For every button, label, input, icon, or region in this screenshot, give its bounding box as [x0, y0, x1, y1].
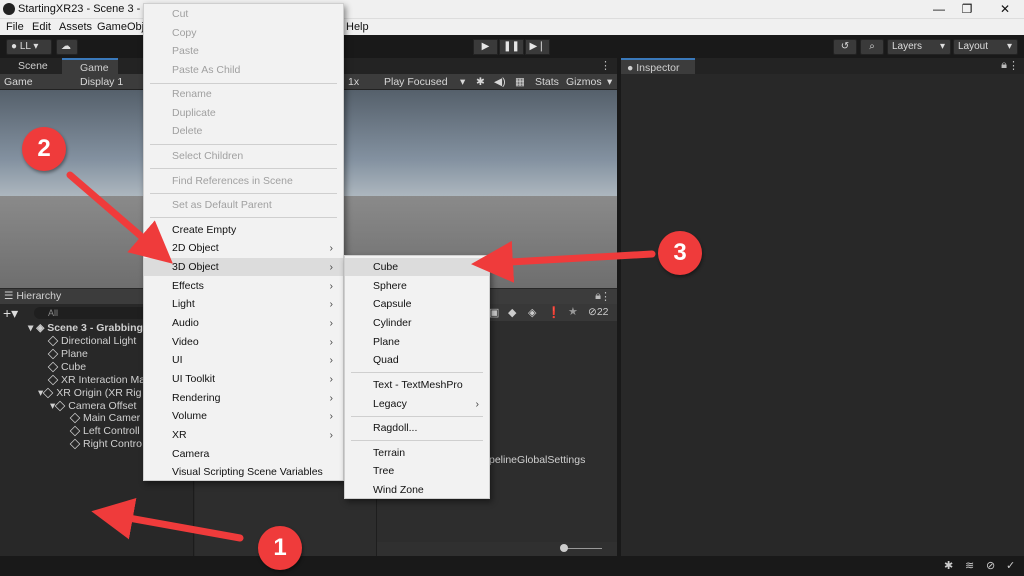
annotation-badge-2: 2 [22, 127, 66, 171]
arrow-3 [471, 240, 656, 283]
arrow-1 [91, 498, 244, 542]
annotation-arrows [66, 171, 656, 542]
arrow-2 [66, 171, 173, 264]
annotation-badge-1: 1 [258, 526, 302, 570]
annotation-badge-3: 3 [658, 231, 702, 275]
